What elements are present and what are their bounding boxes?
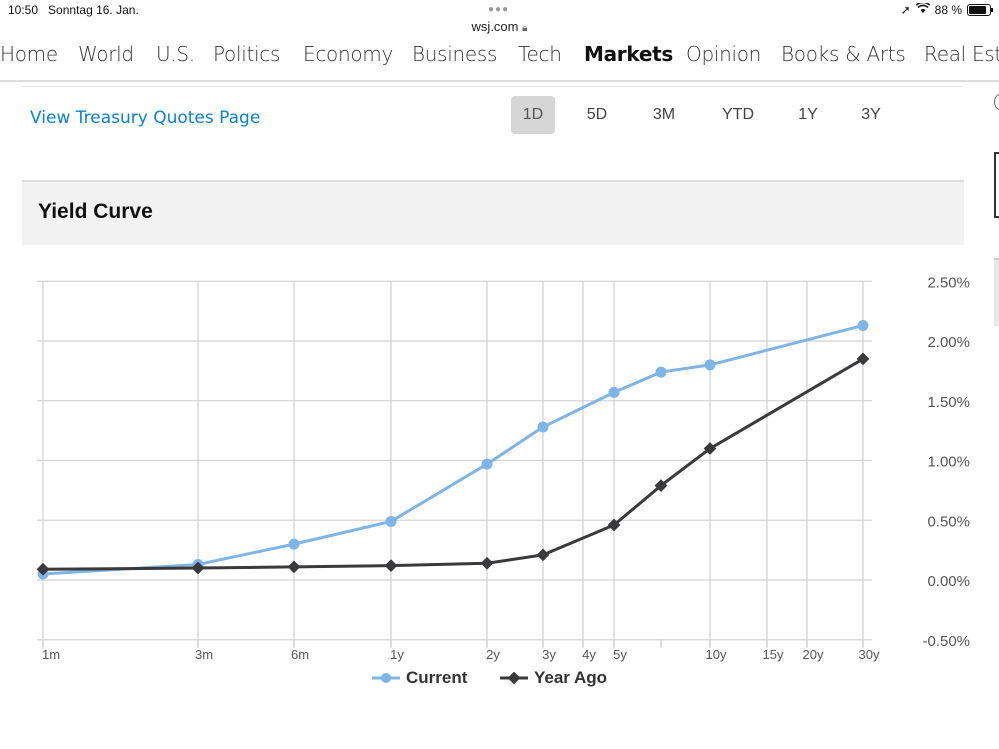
battery-icon bbox=[967, 4, 993, 16]
x-tick-label: 10y bbox=[706, 647, 727, 662]
lock-icon: 🔒︎ bbox=[522, 23, 528, 34]
data-point-year-ago bbox=[856, 352, 870, 366]
side-icon[interactable] bbox=[994, 94, 999, 110]
nav-tech[interactable]: Tech bbox=[518, 42, 562, 66]
data-point-year-ago bbox=[536, 548, 550, 562]
x-tick-label: 5y bbox=[613, 647, 627, 662]
url-bar[interactable]: wsj.com 🔒︎ bbox=[0, 19, 999, 34]
y-tick-label: -0.50% bbox=[922, 633, 970, 650]
range-3m[interactable]: 3M bbox=[642, 96, 686, 134]
range-3y[interactable]: 3Y bbox=[849, 96, 893, 134]
x-tick-label: 2y bbox=[486, 647, 500, 662]
nav-home[interactable]: Home bbox=[0, 42, 58, 66]
url-text: wsj.com bbox=[471, 19, 519, 34]
yield-curve-chart: 2.50% 2.00% 1.50% 1.00% 0.50% 0.00% -0.50% 1m 3m… bbox=[36, 274, 970, 662]
side-panel-edge bbox=[994, 152, 999, 218]
x-tick-label: 20y bbox=[803, 647, 824, 662]
legend-current-label: Current bbox=[406, 668, 468, 687]
range-ytd[interactable]: YTD bbox=[716, 96, 760, 134]
y-tick-label: 0.50% bbox=[927, 513, 970, 530]
more-dots-icon[interactable]: ●●● bbox=[488, 4, 509, 15]
x-tick-label: 30y bbox=[859, 647, 880, 662]
data-point-current bbox=[288, 538, 300, 550]
data-point-current bbox=[481, 458, 493, 470]
legend-year-ago-label: Year Ago bbox=[534, 668, 608, 687]
nav-books-arts[interactable]: Books & Arts bbox=[781, 42, 906, 66]
y-tick-label: 1.00% bbox=[927, 454, 970, 471]
data-point-current bbox=[655, 366, 667, 378]
nav-world[interactable]: World bbox=[78, 42, 134, 66]
data-point-year-ago bbox=[480, 556, 494, 570]
data-point-current bbox=[385, 515, 397, 527]
series-line-current bbox=[42, 324, 864, 576]
legend-current[interactable]: Current bbox=[372, 668, 467, 688]
x-tick-label: 3m bbox=[195, 647, 213, 662]
nav-opinion[interactable]: Opinion bbox=[686, 42, 761, 66]
section-nav: Home World U.S. Politics Economy Business Tech… bbox=[0, 40, 999, 82]
x-tick-label: 3y bbox=[542, 647, 556, 662]
chart-title: Yield Curve bbox=[38, 200, 153, 223]
data-point-year-ago bbox=[287, 560, 301, 574]
series-line-year-ago bbox=[42, 357, 864, 571]
x-tick-label: 6m bbox=[291, 647, 309, 662]
data-point-current bbox=[857, 319, 869, 331]
y-tick-label: 2.50% bbox=[927, 274, 970, 291]
y-tick-label: 2.00% bbox=[927, 334, 970, 351]
status-time: 10:50 Sonntag 16. Jan. bbox=[8, 3, 139, 17]
range-1y[interactable]: 1Y bbox=[786, 96, 830, 134]
nav-real-est[interactable]: Real Est bbox=[924, 42, 999, 66]
x-tick-label: 1y bbox=[390, 647, 404, 662]
nav-politics[interactable]: Politics bbox=[213, 42, 280, 66]
legend-year-ago[interactable]: Year Ago bbox=[500, 668, 607, 688]
data-point-current bbox=[608, 386, 620, 398]
y-tick-label: 0.00% bbox=[927, 573, 970, 590]
x-tick-label: 15y bbox=[763, 647, 784, 662]
data-point-current bbox=[537, 421, 549, 433]
range-1d[interactable]: 1D bbox=[511, 96, 555, 134]
nav-markets[interactable]: Markets bbox=[584, 42, 673, 66]
nav-economy[interactable]: Economy bbox=[303, 42, 393, 66]
chart-header: Yield Curve bbox=[22, 180, 964, 245]
nav-u-s[interactable]: U.S. bbox=[156, 42, 195, 66]
x-tick-label: 4y bbox=[582, 647, 596, 662]
data-point-current bbox=[704, 359, 716, 371]
status-bar: 10:50 Sonntag 16. Jan. ●●● ➚ 88 % bbox=[0, 0, 999, 20]
nav-business[interactable]: Business bbox=[412, 42, 497, 66]
data-point-year-ago bbox=[384, 559, 398, 573]
wifi-icon bbox=[915, 1, 930, 17]
divider bbox=[22, 86, 962, 87]
x-tick-label: 1m bbox=[42, 647, 60, 662]
y-tick-label: 1.50% bbox=[927, 394, 970, 411]
treasury-quotes-link[interactable]: View Treasury Quotes Page bbox=[30, 108, 260, 128]
location-icon: ➚ bbox=[900, 3, 911, 17]
status-indicators: ➚ 88 % bbox=[900, 1, 993, 17]
range-5d[interactable]: 5D bbox=[575, 96, 619, 134]
battery-percent: 88 % bbox=[934, 3, 962, 17]
